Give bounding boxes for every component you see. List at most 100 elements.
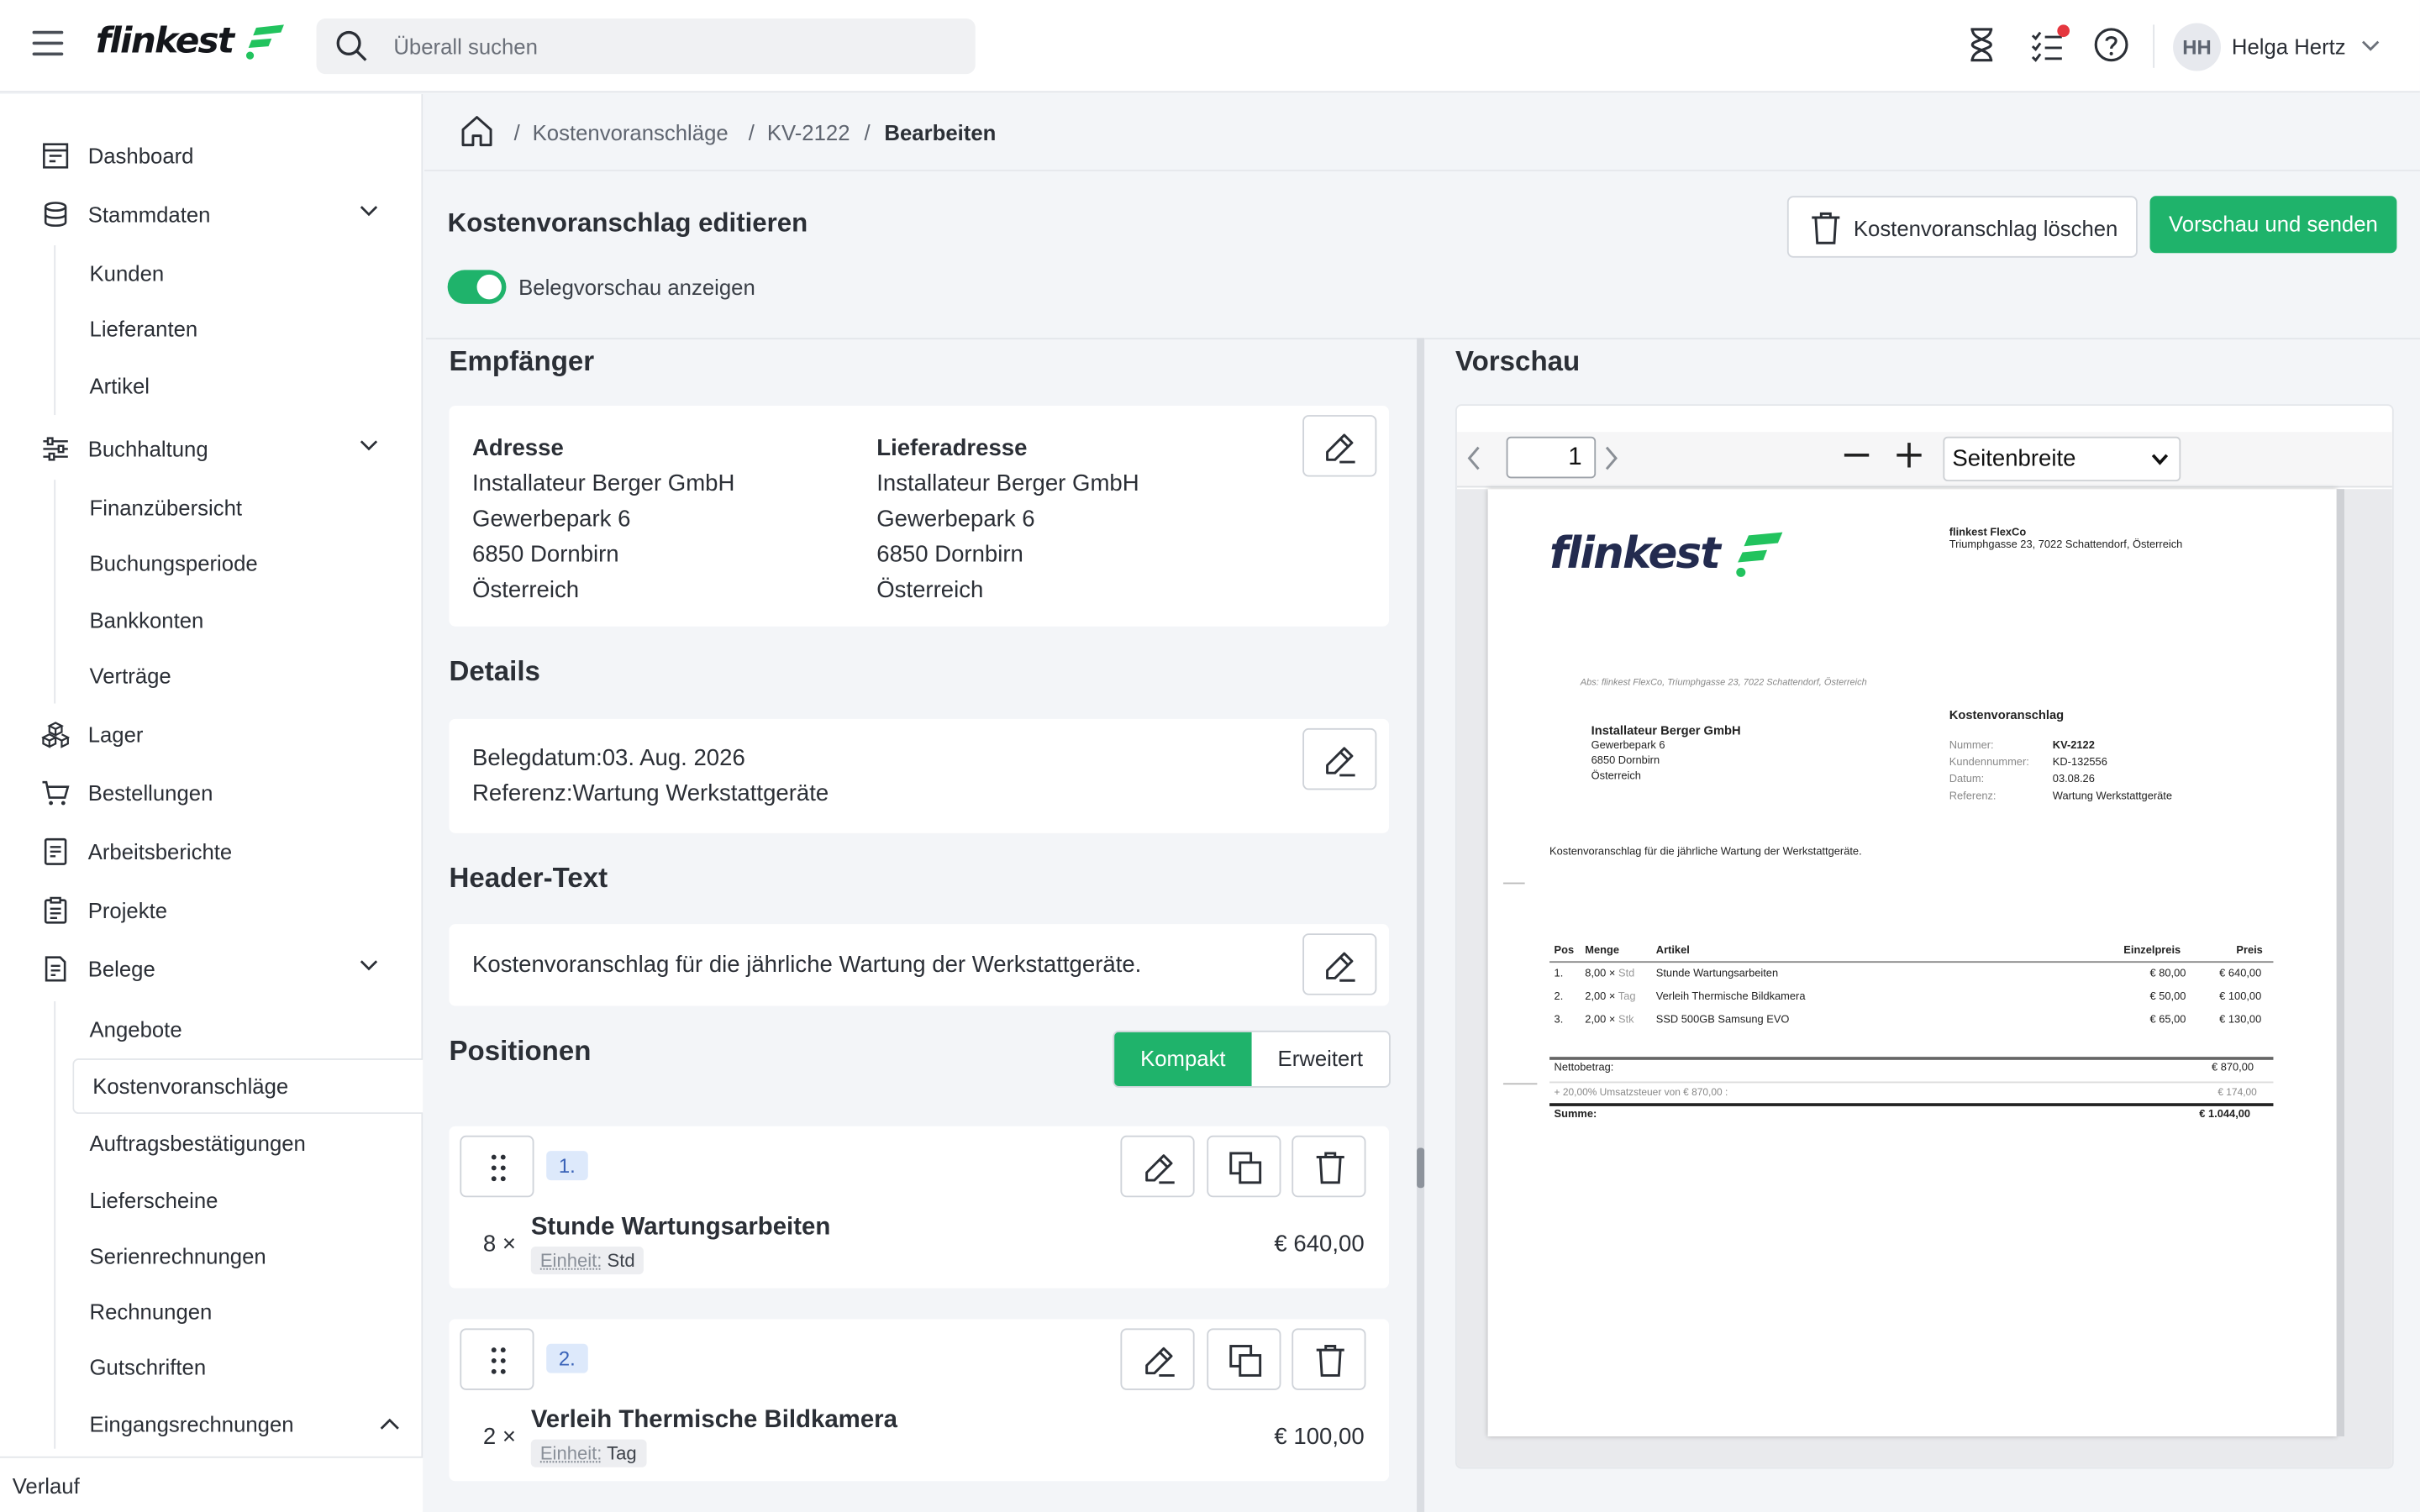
pdf-toolbar: 1 Seitenbreite	[1456, 432, 2392, 488]
hourglass-icon[interactable]	[1963, 26, 2003, 66]
duplicate-position-button[interactable]	[1207, 1135, 1281, 1198]
view-extended-option[interactable]: Erweitert	[1252, 1032, 1389, 1086]
panel-resizer-handle[interactable]	[1417, 1147, 1425, 1189]
dashboard-icon	[43, 143, 69, 169]
drag-handle[interactable]	[460, 1135, 534, 1198]
delete-position-button[interactable]	[1292, 1135, 1366, 1198]
home-icon[interactable]	[460, 114, 493, 148]
edit-position-button[interactable]	[1120, 1135, 1195, 1198]
edit-details-button[interactable]	[1302, 727, 1377, 790]
sidebar-item-gutschriften[interactable]: Gutschriften	[72, 1341, 423, 1393]
pdf-page: flinkest flinkest FlexCo Triumphgasse 23…	[1487, 489, 2337, 1436]
delivery-address-block: Lieferadresse Installateur Berger GmbH G…	[876, 430, 1139, 607]
details-card: Belegdatum:03. Aug. 2026 Referenz:Wartun…	[449, 718, 1390, 833]
delete-button[interactable]: Kostenvoranschlag löschen	[1786, 196, 2138, 258]
sidebar-item-kunden[interactable]: Kunden	[72, 247, 423, 299]
view-compact-option[interactable]: Kompakt	[1114, 1032, 1252, 1087]
drag-handle[interactable]	[460, 1328, 534, 1390]
sidebar-item-label: Kostenvoranschläge	[92, 1074, 289, 1099]
sidebar-item-belege[interactable]: Belege	[0, 946, 423, 992]
edit-position-button[interactable]	[1120, 1328, 1195, 1390]
zoom-out-icon[interactable]	[1843, 441, 1870, 469]
sliders-icon	[43, 437, 68, 461]
sidebar-item-serienrechnungen[interactable]: Serienrechnungen	[72, 1230, 423, 1282]
zoom-in-icon[interactable]	[1895, 441, 1923, 469]
history-footer[interactable]: Verlauf	[0, 1456, 424, 1512]
doc-row-pos: 2.	[1554, 991, 1564, 1003]
notification-dot	[2057, 24, 2070, 38]
view-mode-switch: Kompakt Erweitert	[1113, 1030, 1391, 1088]
sidebar-item-rechnungen[interactable]: Rechnungen	[72, 1285, 423, 1337]
unit-label: Einheit:	[539, 1249, 602, 1272]
address-line: Installateur Berger GmbH	[876, 470, 1139, 497]
doc-row-price: € 130,00	[2219, 1015, 2262, 1026]
delete-position-button[interactable]	[1292, 1328, 1366, 1390]
doc-row-item: Stunde Wartungsarbeiten	[1655, 969, 1779, 980]
chevron-right-icon[interactable]	[1602, 444, 1620, 472]
sidebar-item-stammdaten[interactable]: Stammdaten	[0, 192, 423, 238]
sidebar-item-finanzuebersicht[interactable]: Finanzübersicht	[72, 481, 423, 533]
tasks-icon[interactable]	[2029, 24, 2070, 66]
doc-meta-value: Wartung Werkstattgeräte	[2052, 791, 2173, 803]
page-number-input[interactable]: 1	[1506, 436, 1597, 479]
chevron-left-icon[interactable]	[1465, 444, 1483, 472]
history-label: Verlauf	[12, 1473, 80, 1499]
user-menu[interactable]: HH Helga Hertz	[2173, 20, 2380, 72]
doc-fold-mark	[1502, 1083, 1538, 1085]
boxes-icon	[41, 722, 70, 748]
sidebar-item-lager[interactable]: Lager	[0, 711, 423, 758]
duplicate-position-button[interactable]	[1207, 1328, 1281, 1390]
sidebar-item-arbeitsberichte[interactable]: Arbeitsberichte	[0, 828, 423, 874]
pdf-canvas: flinkest flinkest FlexCo Triumphgasse 23…	[1456, 489, 2392, 1467]
recipient-card: Adresse Installateur Berger GmbH Gewerbe…	[449, 406, 1390, 627]
database-icon	[44, 202, 67, 227]
sidebar-item-angebote[interactable]: Angebote	[72, 1003, 423, 1055]
zoom-select[interactable]: Seitenbreite	[1943, 436, 2181, 482]
edit-recipient-button[interactable]	[1302, 415, 1377, 477]
header-text-title: Header-Text	[449, 862, 608, 894]
unit-value: Std	[607, 1249, 635, 1272]
delivery-address-heading: Lieferadresse	[876, 434, 1028, 462]
doc-logo: flinkest	[1549, 528, 1786, 580]
sidebar-item-label: Verträge	[89, 663, 171, 689]
preview-toggle-label: Belegvorschau anzeigen	[518, 274, 755, 300]
edit-header-text-button[interactable]	[1302, 933, 1377, 995]
chevron-up-icon[interactable]	[380, 1418, 400, 1431]
position-number-badge: 2.	[546, 1343, 588, 1373]
sidebar-item-lieferscheine[interactable]: Lieferscheine	[72, 1174, 423, 1226]
search-input[interactable]	[393, 18, 950, 75]
sidebar-item-dashboard[interactable]: Dashboard	[0, 133, 423, 179]
unit-label: Einheit:	[539, 1442, 602, 1465]
sidebar-item-buchhaltung[interactable]: Buchhaltung	[0, 426, 423, 472]
sidebar-item-auftragsbestaetigungen[interactable]: Auftragsbestätigungen	[72, 1117, 423, 1169]
trash-icon	[1316, 1152, 1344, 1184]
doc-recipient-line: 6850 Dornbirn	[1591, 755, 1660, 767]
doc-meta-key: Nummer:	[1949, 740, 1994, 752]
sidebar-item-bankkonten[interactable]: Bankkonten	[72, 594, 423, 646]
sidebar-item-kostenvoranschlaege[interactable]: Kostenvoranschläge	[72, 1058, 424, 1115]
preview-send-button[interactable]: Vorschau und senden	[2149, 196, 2397, 254]
recipient-title: Empfänger	[449, 345, 595, 377]
sidebar-item-artikel[interactable]: Artikel	[72, 360, 423, 412]
sidebar-item-label: Lieferanten	[89, 316, 198, 341]
sidebar-item-label: Gutschriften	[89, 1354, 207, 1380]
sidebar-item-eingangsrechnungen[interactable]: Eingangsrechnungen	[72, 1398, 423, 1450]
sidebar-item-bestellungen[interactable]: Bestellungen	[0, 770, 423, 816]
avatar: HH	[2173, 22, 2222, 71]
breadcrumb-kv-2122[interactable]: KV-2122	[767, 120, 850, 144]
menu-icon[interactable]	[32, 30, 64, 56]
sidebar-item-vertraege[interactable]: Verträge	[72, 649, 423, 701]
search-bar[interactable]	[316, 18, 976, 75]
preview-toggle[interactable]	[447, 270, 507, 304]
top-bar: flinkest HH Helga Hertz	[0, 0, 2420, 93]
doc-th-qty: Menge	[1585, 945, 1620, 957]
brand-logo[interactable]: flinkest	[96, 22, 287, 61]
sidebar-item-projekte[interactable]: Projekte	[0, 887, 423, 933]
help-icon[interactable]	[2093, 26, 2133, 66]
doc-company-address: Triumphgasse 23, 7022 Schattendorf, Öste…	[1949, 539, 2183, 551]
doc-meta-value: KV-2122	[2052, 740, 2095, 752]
panel-resizer[interactable]	[1417, 338, 1425, 1512]
sidebar-item-buchungsperiode[interactable]: Buchungsperiode	[72, 537, 423, 589]
breadcrumb-kostenvoranschlaege[interactable]: Kostenvoranschläge	[533, 120, 729, 144]
sidebar-item-lieferanten[interactable]: Lieferanten	[72, 302, 423, 354]
